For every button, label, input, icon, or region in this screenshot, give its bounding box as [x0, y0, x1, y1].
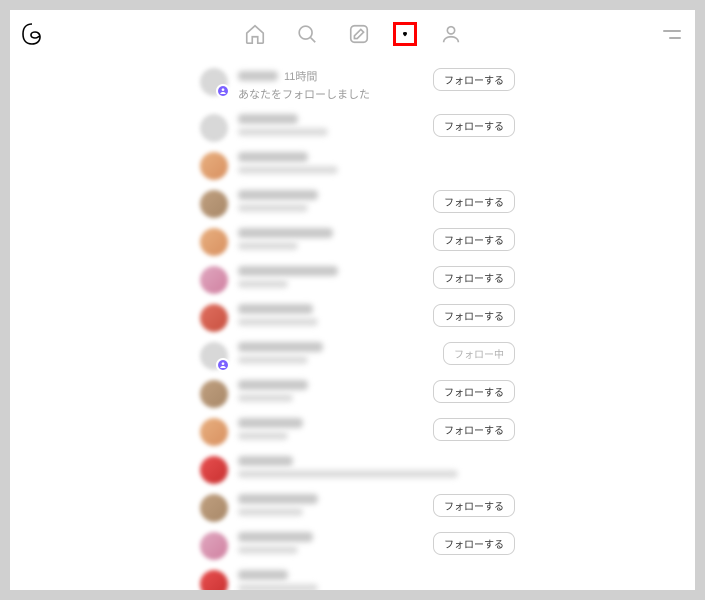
activity-row[interactable]: フォローする	[10, 298, 695, 336]
activity-description	[238, 508, 303, 516]
avatar[interactable]	[200, 68, 228, 96]
activity-row[interactable]: フォローする	[10, 184, 695, 222]
username	[238, 418, 303, 428]
activity-description	[238, 356, 308, 364]
username	[238, 190, 318, 200]
avatar[interactable]	[200, 532, 228, 560]
username	[238, 532, 313, 542]
follow-button[interactable]: フォローする	[433, 380, 515, 403]
follow-button[interactable]: フォローする	[433, 190, 515, 213]
follow-button[interactable]: フォローする	[433, 228, 515, 251]
activity-list: 11時間あなたをフォローしましたフォローするフォローするフォローするフォローする…	[10, 58, 695, 590]
activity-description	[238, 546, 298, 554]
avatar[interactable]	[200, 266, 228, 294]
avatar[interactable]	[200, 494, 228, 522]
username	[238, 152, 308, 162]
avatar[interactable]	[200, 342, 228, 370]
activity-row[interactable]: フォローする	[10, 488, 695, 526]
activity-description	[238, 584, 318, 590]
avatar[interactable]	[200, 152, 228, 180]
activity-description	[238, 394, 293, 402]
username	[238, 114, 298, 124]
username	[238, 342, 323, 352]
follow-button[interactable]: フォローする	[433, 418, 515, 441]
username	[238, 380, 308, 390]
activity-description	[238, 432, 288, 440]
activity-description	[238, 166, 338, 174]
activity-row[interactable]: フォローする	[10, 222, 695, 260]
follow-badge-icon	[216, 358, 230, 372]
activity-row[interactable]: 11時間あなたをフォローしましたフォローする	[10, 62, 695, 108]
follow-button[interactable]: フォローする	[433, 304, 515, 327]
activity-row[interactable]: フォローする	[10, 526, 695, 564]
activity-row[interactable]: フォローする	[10, 374, 695, 412]
username	[238, 266, 338, 276]
compose-icon[interactable]	[347, 22, 371, 46]
activity-row[interactable]: フォローする	[10, 412, 695, 450]
follow-button[interactable]: フォローする	[433, 532, 515, 555]
follow-button[interactable]: フォローする	[433, 266, 515, 289]
avatar[interactable]	[200, 418, 228, 446]
activity-row[interactable]: フォロー中	[10, 336, 695, 374]
profile-icon[interactable]	[439, 22, 463, 46]
username	[238, 71, 278, 81]
avatar[interactable]	[200, 304, 228, 332]
activity-row[interactable]: フォローする	[10, 108, 695, 146]
avatar[interactable]	[200, 114, 228, 142]
activity-description	[238, 280, 288, 288]
username	[238, 228, 333, 238]
avatar[interactable]	[200, 228, 228, 256]
timestamp: 11時間	[284, 68, 317, 84]
activity-row[interactable]	[10, 564, 695, 590]
username	[238, 570, 288, 580]
follow-button[interactable]: フォローする	[433, 114, 515, 137]
follow-badge-icon	[216, 84, 230, 98]
activity-row[interactable]: フォローする	[10, 260, 695, 298]
top-navigation	[10, 10, 695, 58]
username	[238, 456, 293, 466]
avatar[interactable]	[200, 380, 228, 408]
activity-heart-icon[interactable]	[393, 22, 417, 46]
search-icon[interactable]	[295, 22, 319, 46]
activity-description	[238, 242, 298, 250]
avatar[interactable]	[200, 570, 228, 590]
activity-description	[238, 128, 328, 136]
username	[238, 494, 318, 504]
following-button[interactable]: フォロー中	[443, 342, 515, 365]
activity-row[interactable]	[10, 450, 695, 488]
username	[238, 304, 313, 314]
follow-button[interactable]: フォローする	[433, 494, 515, 517]
activity-description	[238, 204, 308, 212]
home-icon[interactable]	[243, 22, 267, 46]
avatar[interactable]	[200, 456, 228, 484]
activity-description	[238, 470, 458, 478]
activity-row[interactable]	[10, 146, 695, 184]
activity-description	[238, 318, 318, 326]
follow-button[interactable]: フォローする	[433, 68, 515, 91]
avatar[interactable]	[200, 190, 228, 218]
menu-icon[interactable]	[661, 24, 681, 44]
threads-logo-icon[interactable]	[20, 22, 44, 46]
